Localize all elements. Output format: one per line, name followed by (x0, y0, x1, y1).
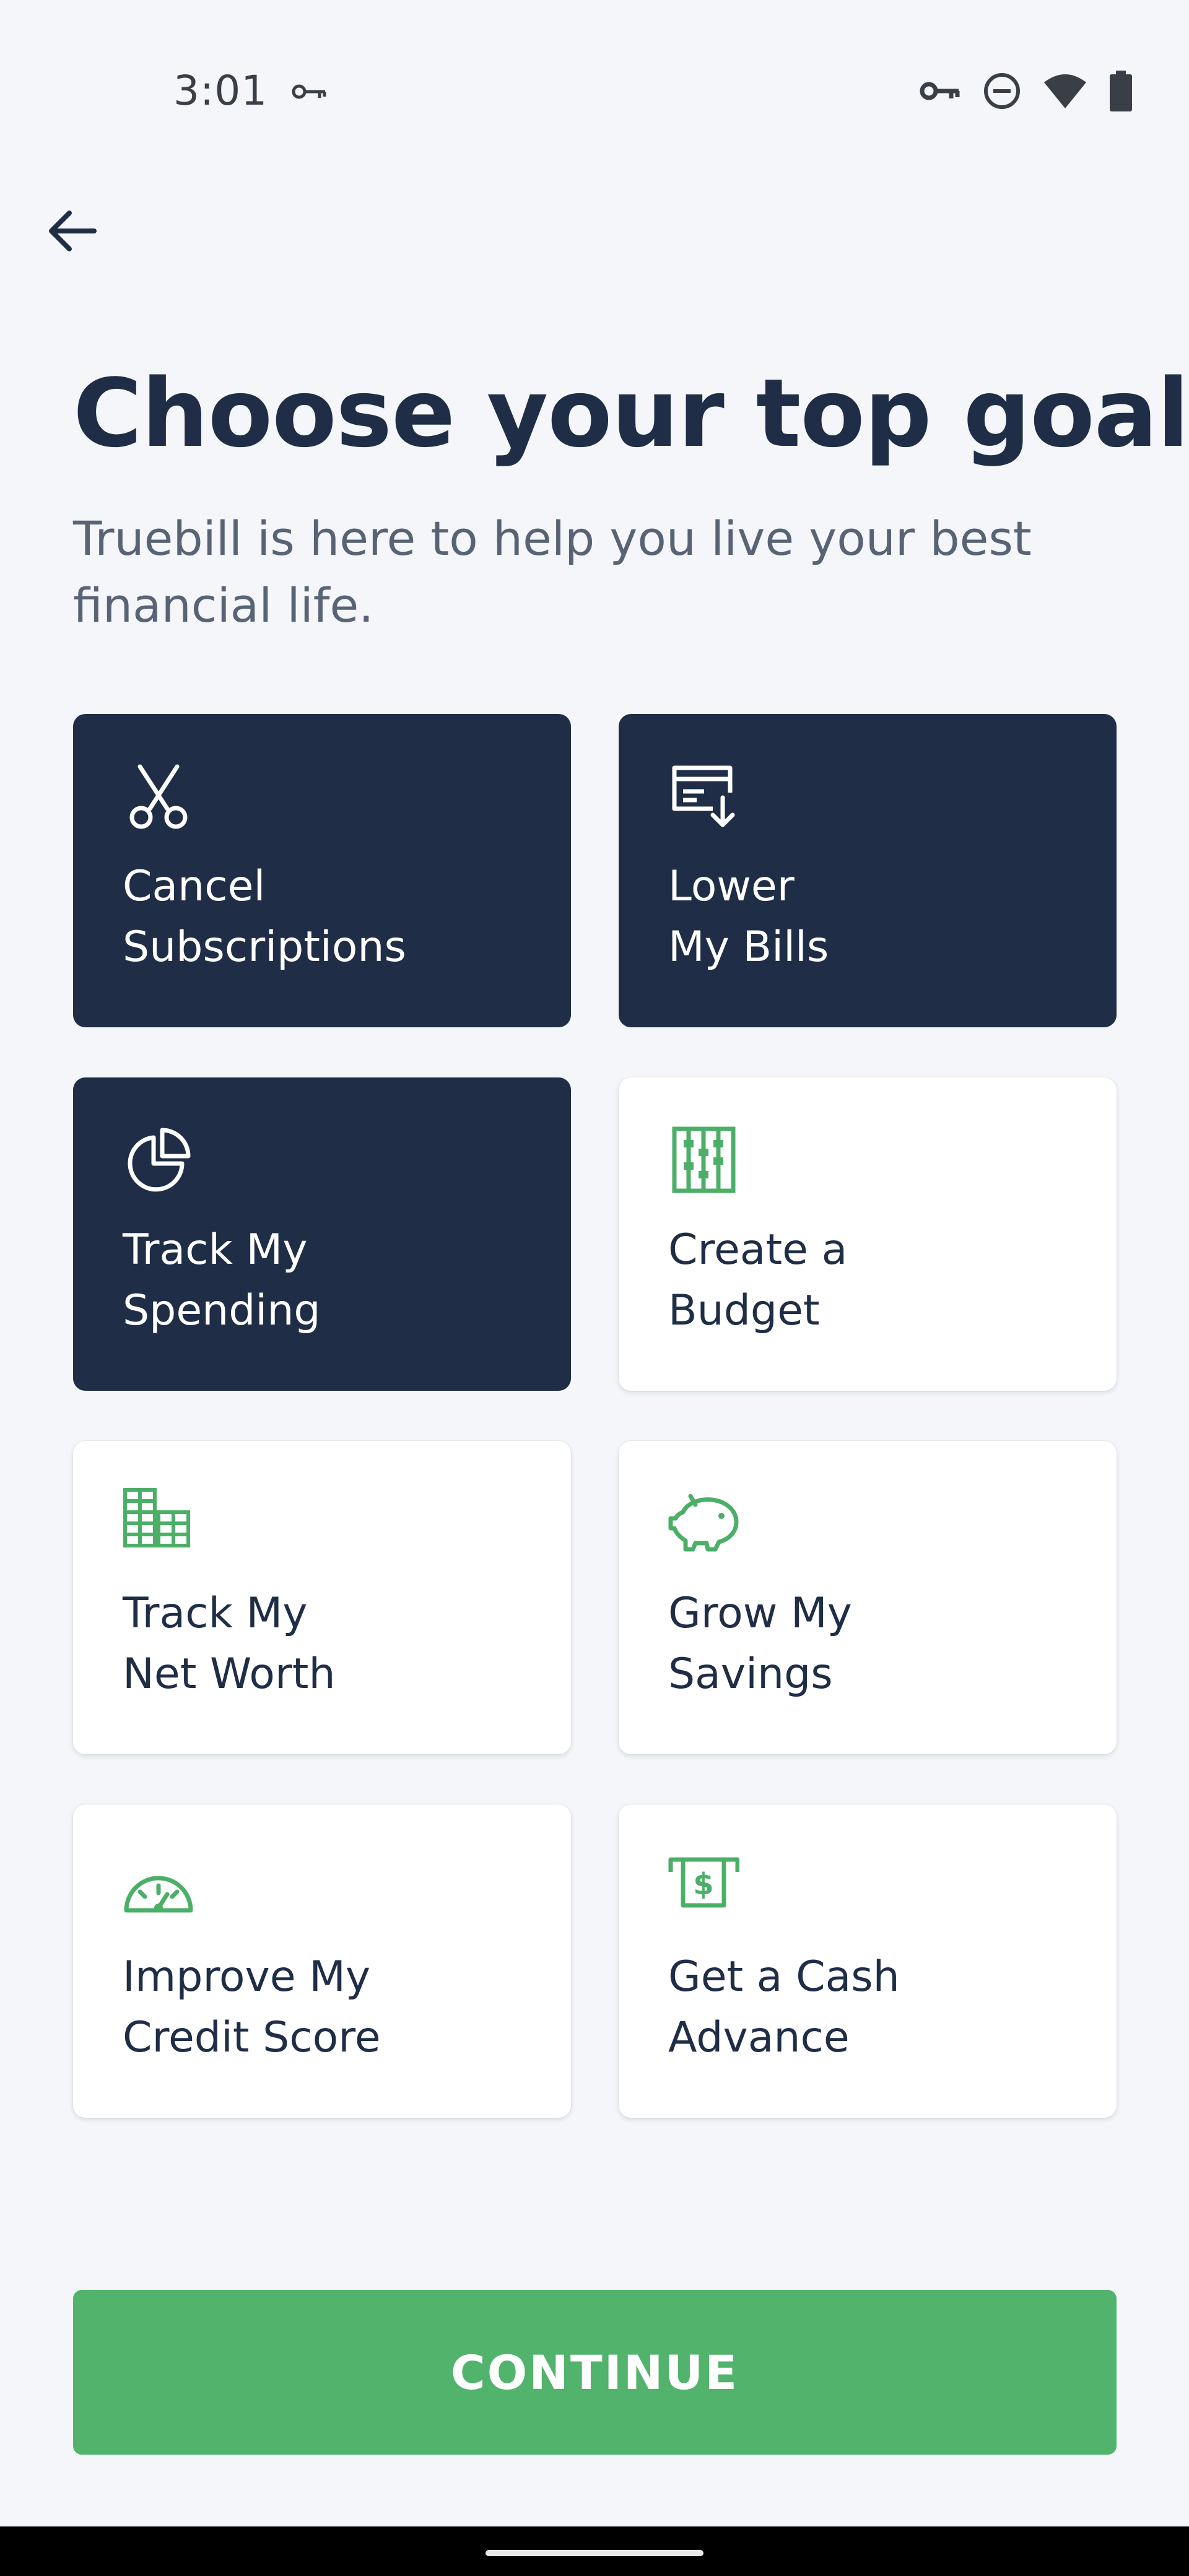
bricks-icon (123, 1487, 194, 1559)
svg-text:$: $ (693, 1867, 713, 1902)
continue-button[interactable]: CONTINUE (73, 2290, 1117, 2455)
navigation-bar (0, 2526, 1189, 2576)
goal-label: Get a Cash Advance (668, 1952, 900, 2062)
goal-label: Create a Budget (668, 1225, 848, 1335)
cash-atm-icon: $ (668, 1851, 740, 1922)
goal-card-get-a-cash-advance[interactable]: $ Get a Cash Advance (619, 1804, 1117, 2118)
goal-card-track-my-spending[interactable]: Track My Spending (73, 1077, 571, 1391)
do-not-disturb-icon (982, 71, 1022, 111)
wifi-icon (1043, 72, 1087, 110)
gauge-icon (123, 1851, 194, 1922)
goal-label: Lower My Bills (668, 862, 829, 972)
goals-screen: 3:01 Choose your top goals Truebill is h… (0, 0, 1189, 2576)
page-title: Choose your top goals (73, 359, 1189, 468)
goal-label: Grow My Savings (668, 1589, 852, 1699)
status-time: 3:01 (173, 67, 268, 115)
goal-label: Track My Net Worth (123, 1589, 336, 1699)
goal-card-grow-my-savings[interactable]: Grow My Savings (619, 1441, 1117, 1754)
back-button[interactable] (38, 198, 107, 266)
page-subtitle: Truebill is here to help you live your b… (73, 511, 1032, 633)
goal-card-track-my-net-worth[interactable]: Track My Net Worth (73, 1441, 571, 1754)
battery-icon (1108, 71, 1133, 111)
piggy-bank-icon (668, 1487, 739, 1559)
goal-card-cancel-subscriptions[interactable]: Cancel Subscriptions (73, 714, 571, 1027)
status-icons (919, 69, 1133, 113)
scissors-icon (123, 760, 194, 832)
pie-chart-icon (123, 1124, 194, 1195)
goal-label: Improve My Credit Score (123, 1952, 381, 2062)
goal-card-improve-my-credit-score[interactable]: Improve My Credit Score (73, 1804, 571, 2118)
vpn-key-icon (919, 77, 961, 105)
vpn-key-icon (291, 79, 328, 104)
abacus-icon (668, 1124, 739, 1195)
goal-card-create-a-budget[interactable]: Create a Budget (619, 1077, 1117, 1391)
home-indicator[interactable] (486, 2550, 703, 2556)
status-bar: 3:01 (0, 0, 1189, 142)
arrow-left-icon (45, 203, 100, 261)
bill-download-icon (668, 760, 739, 832)
goal-label: Cancel Subscriptions (123, 862, 406, 972)
goal-card-lower-my-bills[interactable]: Lower My Bills (619, 714, 1117, 1027)
goal-label: Track My Spending (123, 1225, 321, 1335)
